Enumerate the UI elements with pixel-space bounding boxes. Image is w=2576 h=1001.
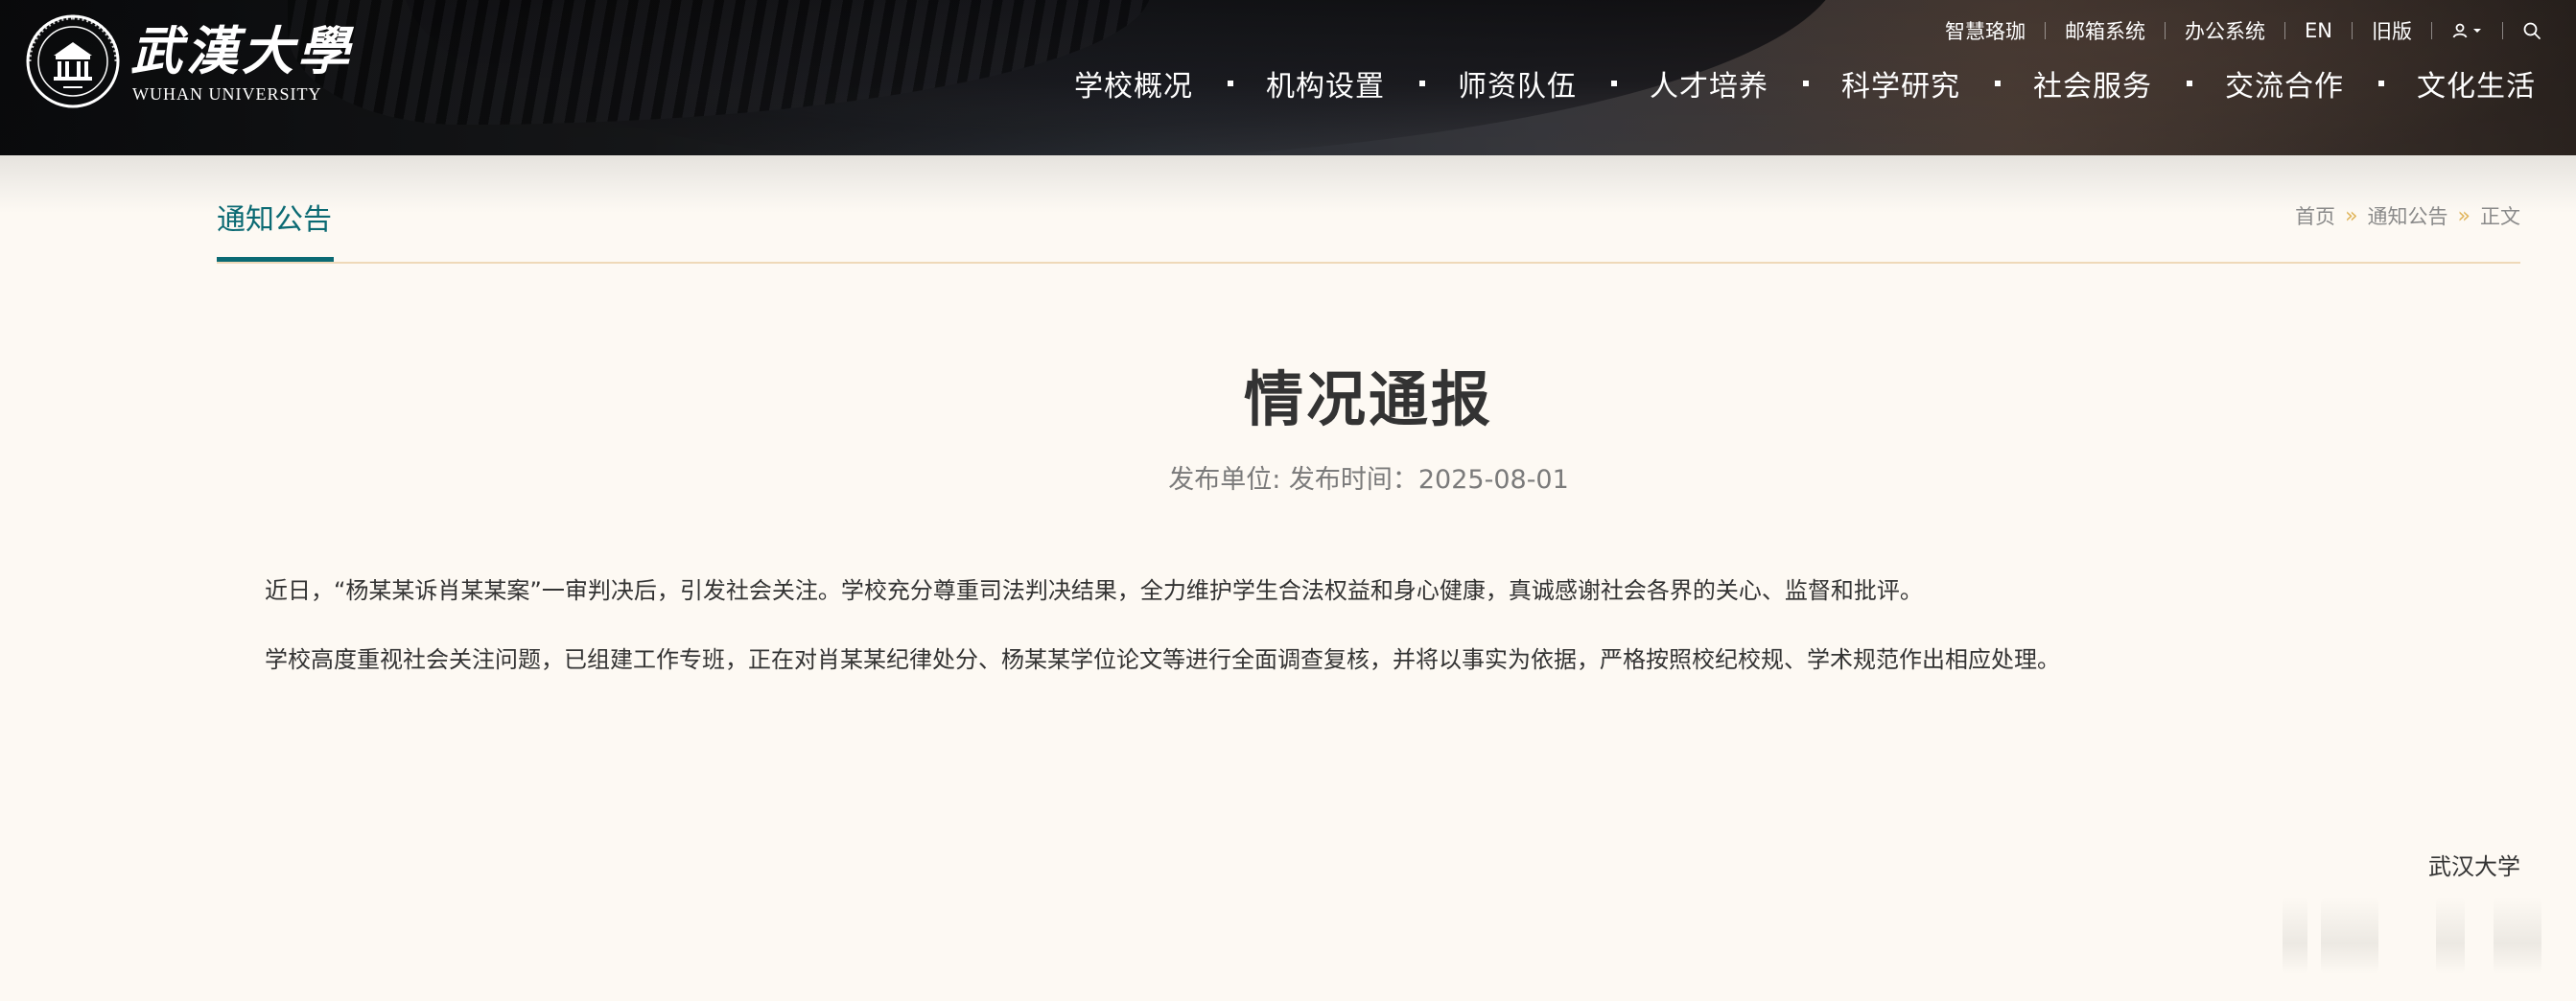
- search-button[interactable]: [2522, 21, 2541, 40]
- divider: [2284, 22, 2286, 39]
- nav-separator-dot: [1995, 81, 2001, 86]
- nav-item-education[interactable]: 人才培养: [1650, 62, 1768, 105]
- caret-down-icon: [2473, 29, 2481, 33]
- section-divider: [217, 262, 2520, 264]
- utility-nav: 智慧珞珈 邮箱系统 办公系统 EN 旧版: [1945, 13, 2541, 48]
- nav-separator-dot: [2378, 81, 2384, 86]
- decorative-shape: [2283, 897, 2307, 974]
- brand-name-chinese: 武漢大學: [130, 20, 353, 81]
- divider: [2502, 22, 2503, 39]
- user-icon: [2452, 23, 2468, 38]
- section-bar-background: [0, 155, 2576, 213]
- article-paragraph: 近日，“杨某某诉肖某某案”一审判决后，引发社会关注。学校充分尊重司法判决结果，全…: [265, 577, 1923, 604]
- user-menu-button[interactable]: [2451, 22, 2483, 39]
- site-header: 武漢大學 WUHAN UNIVERSITY 智慧珞珈 邮箱系统 办公系统 EN …: [0, 0, 2576, 155]
- utility-link-office[interactable]: 办公系统: [2185, 16, 2265, 45]
- utility-link-mail[interactable]: 邮箱系统: [2065, 16, 2145, 45]
- nav-item-cooperation[interactable]: 交流合作: [2225, 62, 2344, 105]
- university-seal-icon: [26, 14, 120, 108]
- decorative-shape: [2494, 897, 2541, 974]
- nav-item-overview[interactable]: 学校概况: [1074, 62, 1193, 105]
- search-icon: [2523, 22, 2541, 39]
- utility-link-english[interactable]: EN: [2305, 19, 2332, 42]
- site-logo[interactable]: 武漢大學 WUHAN UNIVERSITY: [25, 13, 349, 113]
- nav-separator-dot: [1419, 81, 1425, 86]
- article-signature: 武汉大学: [2428, 853, 2520, 880]
- article-meta: 发布单位: 发布时间：2025-08-01: [1168, 465, 1569, 495]
- section-title: 通知公告: [217, 203, 332, 237]
- nav-item-organization[interactable]: 机构设置: [1266, 62, 1385, 105]
- article-paragraph: 学校高度重视社会关注问题，已组建工作专班，正在对肖某某纪律处分、杨某某学位论文等…: [265, 646, 2060, 673]
- article-title: 情况通报: [1243, 364, 1493, 434]
- utility-link-old-version[interactable]: 旧版: [2372, 16, 2412, 45]
- decorative-shape: [2436, 897, 2465, 974]
- divider: [2045, 22, 2047, 39]
- brand-name-english: WUHAN UNIVERSITY: [132, 84, 322, 104]
- nav-item-research[interactable]: 科学研究: [1841, 62, 1960, 105]
- nav-item-social-service[interactable]: 社会服务: [2033, 62, 2152, 105]
- divider: [2352, 22, 2353, 39]
- utility-link-smart-luojia[interactable]: 智慧珞珈: [1945, 16, 2026, 45]
- main-nav: 学校概况 机构设置 师资队伍 人才培养 科学研究 社会服务 交流合作 文化生活: [1074, 59, 2536, 107]
- nav-separator-dot: [2187, 81, 2192, 86]
- nav-item-faculty[interactable]: 师资队伍: [1458, 62, 1577, 105]
- breadcrumb-separator-icon: »: [2345, 203, 2358, 228]
- breadcrumb-category[interactable]: 通知公告: [2368, 201, 2448, 230]
- breadcrumb-separator-icon: »: [2457, 203, 2471, 228]
- breadcrumb-current: 正文: [2480, 205, 2520, 228]
- breadcrumb: 首页 » 通知公告 » 正文: [2295, 201, 2520, 230]
- nav-separator-dot: [1611, 81, 1617, 86]
- breadcrumb-home[interactable]: 首页: [2295, 201, 2335, 230]
- decorative-shape: [2321, 897, 2378, 974]
- nav-separator-dot: [1803, 81, 1809, 86]
- nav-separator-dot: [1228, 81, 1233, 86]
- divider: [2431, 22, 2432, 39]
- divider: [2165, 22, 2166, 39]
- nav-item-culture[interactable]: 文化生活: [2417, 62, 2536, 105]
